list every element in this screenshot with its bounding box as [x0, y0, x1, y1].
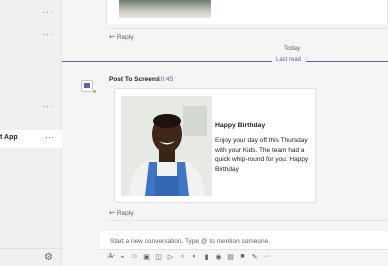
- previous-message-card: [106, 0, 388, 24]
- divider: [106, 28, 388, 29]
- sender-name[interactable]: Post To Screens: [109, 76, 159, 83]
- timestamp: 20:45: [157, 76, 174, 83]
- channel-conversation: ↩ Reply Today Last read Post To Screens 2…: [62, 0, 388, 266]
- sidebar-item-active[interactable]: t App ···: [0, 130, 62, 148]
- stream-icon[interactable]: ◐: [191, 253, 198, 261]
- whiteboard-icon[interactable]: ✎: [251, 253, 258, 261]
- more-options-icon[interactable]: ···: [43, 101, 54, 111]
- attach-icon[interactable]: ⌁: [119, 253, 126, 261]
- format-icon[interactable]: A̷: [107, 253, 114, 261]
- emoji-icon[interactable]: ☺: [131, 253, 138, 261]
- birthday-card: Happy Birthday Enjoy your day off this T…: [114, 88, 316, 203]
- reply-icon: ↩: [109, 210, 115, 217]
- reply-button[interactable]: ↩ Reply: [109, 33, 134, 41]
- sticker-icon[interactable]: ◫: [155, 253, 162, 261]
- compose-box[interactable]: Start a new conversation. Type @ to ment…: [100, 231, 388, 250]
- last-read-label: Last read: [276, 57, 302, 63]
- person-photo: [121, 96, 212, 196]
- meet-icon[interactable]: ▷: [167, 253, 174, 261]
- reply-icon: ↩: [109, 34, 115, 41]
- previous-message-image: [119, 0, 211, 18]
- date-separator: Today: [283, 46, 300, 52]
- sidebar: ··· ··· ··· t App ··· ⚙: [0, 0, 62, 266]
- reply-label: Reply: [116, 34, 134, 41]
- more-options-icon[interactable]: ···: [45, 132, 54, 142]
- approvals-icon[interactable]: ▤: [227, 253, 234, 261]
- last-read-line: [306, 61, 388, 62]
- reply-label: Reply: [116, 210, 134, 217]
- sidebar-item-label: t App: [0, 134, 18, 141]
- poll-icon[interactable]: ◉: [215, 253, 222, 261]
- screen-icon: [84, 83, 90, 88]
- more-icon[interactable]: ···: [263, 253, 270, 261]
- gif-icon[interactable]: ▣: [143, 253, 150, 261]
- compose-toolbar: A̷ ⌁ ☺ ▣ ◫ ▷ ♁ ◐ ▮ ◉ ▤ ■ ✎ ···: [107, 253, 270, 261]
- more-options-icon[interactable]: ···: [43, 29, 54, 39]
- last-read-line: [62, 61, 272, 62]
- presence-status-icon: [92, 89, 97, 94]
- card-title: Happy Birthday: [215, 122, 266, 129]
- praise-icon[interactable]: ♁: [179, 253, 186, 261]
- gear-icon[interactable]: ⚙: [44, 252, 53, 263]
- card-body: Enjoy your day off this Thursday with yo…: [215, 137, 309, 173]
- divider: [106, 220, 388, 221]
- compose-placeholder: Start a new conversation. Type @ to ment…: [110, 238, 271, 245]
- reply-button[interactable]: ↩ Reply: [109, 209, 134, 217]
- divider: [0, 248, 61, 249]
- more-options-icon[interactable]: ···: [43, 7, 54, 17]
- video-icon[interactable]: ■: [239, 253, 246, 261]
- loop-icon[interactable]: ▮: [203, 253, 210, 261]
